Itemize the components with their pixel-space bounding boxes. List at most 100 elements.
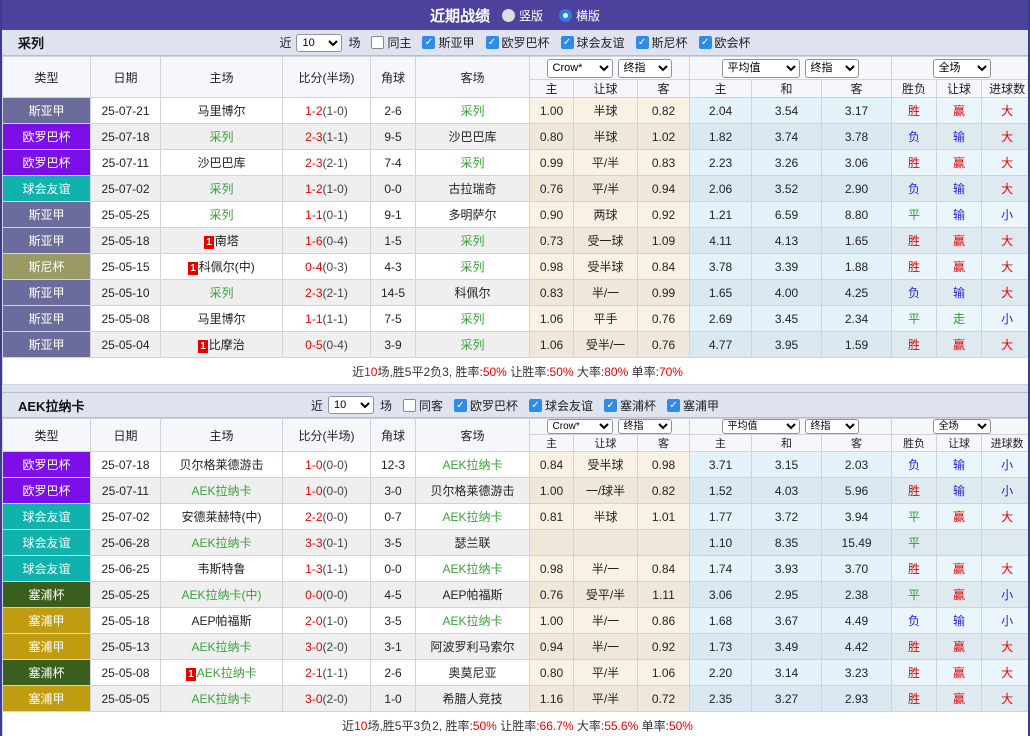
final-odds-select-2[interactable]: 终指 (804, 58, 859, 78)
away-team: AEK拉纳卡 (415, 503, 530, 531)
result-handicap: 赢 (936, 581, 983, 609)
handicap-home-odds: 0.81 (529, 503, 574, 531)
league-filter-checkbox[interactable]: ✓ (698, 36, 712, 49)
sub-header: 客 (636, 434, 691, 453)
away-team: 采列 (415, 331, 530, 358)
league-filter-checkbox[interactable]: ✓ (485, 36, 499, 49)
result-handicap: 赢 (936, 633, 983, 661)
full-score: 2-2 (305, 509, 323, 524)
full-score: 0-4 (305, 259, 323, 274)
avg-odds-select[interactable]: 平均值 (721, 419, 800, 434)
match-date: 25-07-02 (90, 503, 161, 531)
match-date: 25-05-10 (90, 279, 161, 306)
away-team-name: 采列 (460, 234, 485, 248)
result-handicap: 输 (936, 123, 983, 150)
games-label: 场 (379, 398, 392, 413)
summary-segment: 50% (482, 364, 507, 379)
league-filter-checkbox[interactable]: ✓ (604, 398, 618, 412)
handicap-home-odds: 1.16 (529, 685, 574, 713)
layout-radio-vertical[interactable]: 竖版 (501, 7, 543, 24)
avg-home-odds: 4.11 (689, 227, 753, 254)
league-badge: 斯尼杯 (2, 253, 91, 280)
result-winloss: 胜 (891, 555, 938, 583)
recent-count-select[interactable]: 10 (296, 33, 343, 52)
same-venue-checkbox[interactable] (371, 36, 385, 49)
final-odds-select[interactable]: 终指 (617, 58, 672, 78)
avg-draw-odds: 4.03 (751, 477, 823, 505)
match-row: 欧罗巴杯 25-07-18 贝尔格莱德游击 1-0(0-0) 12-3 AEK拉纳卡 0.8… (2, 451, 1028, 479)
league-filter-checkbox[interactable]: ✓ (453, 398, 467, 412)
match-row: 塞浦杯 25-05-08 1 AEK拉纳卡 2-1(1-1) 2-6 奥莫尼亚 0.80 平/半… (2, 659, 1028, 687)
red-card-count: 1 (188, 262, 198, 275)
match-row: 斯亚甲 25-05-08 马里博尔 1-1(1-1) 7-5 采列 1.06 平手 0.76 2.… (2, 305, 1028, 332)
result-handicap: 输 (936, 279, 983, 306)
summary-segment: 让胜率: (496, 719, 540, 734)
avg-draw-odds: 3.52 (751, 175, 823, 202)
avg-away-odds: 15.49 (821, 529, 893, 557)
corners-cell: 9-5 (370, 123, 416, 150)
home-team-name: 采列 (209, 182, 234, 196)
handicap-line: 受半球 (573, 253, 638, 280)
summary-segment: 单率: (638, 719, 669, 734)
league-filter-checkbox[interactable]: ✓ (635, 36, 649, 49)
handicap-line: 半/一 (573, 279, 638, 306)
score-cell: 3-0(2-0) (282, 633, 371, 661)
corners-cell: 7-5 (370, 305, 416, 332)
handicap-line: 受平/半 (573, 581, 638, 609)
sub-header: 让球 (936, 434, 983, 453)
sub-header: 胜负 (891, 434, 938, 453)
home-team-name: 马里博尔 (197, 104, 246, 118)
scope-select[interactable]: 全场 (932, 419, 991, 434)
scope-select[interactable]: 全场 (932, 58, 991, 78)
result-winloss: 负 (891, 451, 938, 479)
away-team-name: 沙巴巴库 (448, 130, 497, 144)
avg-odds-select[interactable]: 平均值 (721, 58, 800, 78)
score-cell: 0-4(0-3) (282, 253, 371, 280)
same-venue-label: 同客 (418, 398, 443, 413)
league-badge: 球会友谊 (2, 529, 91, 557)
handicap-away-odds: 0.94 (636, 175, 691, 202)
avg-home-odds: 1.82 (689, 123, 753, 150)
avg-draw-odds: 3.95 (751, 331, 823, 358)
league-filter-checkbox[interactable]: ✓ (560, 36, 574, 49)
company-select[interactable]: Crow* (546, 419, 613, 434)
away-team-name: AEK拉纳卡 (442, 510, 503, 525)
match-row: 欧罗巴杯 25-07-11 沙巴巴库 2-3(2-1) 7-4 采列 0.99 平/半 0.83… (2, 149, 1028, 176)
home-team-name: AEK拉纳卡 (191, 484, 252, 499)
avg-draw-odds: 4.13 (751, 227, 823, 254)
recent-count-select[interactable]: 10 (327, 396, 374, 414)
final-odds-select[interactable]: 终指 (617, 419, 672, 434)
result-winloss: 平 (891, 503, 938, 531)
handicap-away-odds (636, 529, 691, 557)
home-team-name: 比摩治 (208, 338, 245, 352)
same-venue-checkbox[interactable] (402, 398, 416, 412)
result-handicap: 赢 (936, 331, 983, 358)
team-name: AEK拉纳卡 (18, 398, 85, 414)
home-team: AEK拉纳卡 (160, 633, 283, 661)
away-team: 瑟兰联 (415, 529, 530, 557)
away-team-name: AEK拉纳卡 (442, 614, 503, 629)
score-cell: 2-0(1-0) (282, 607, 371, 635)
company-select[interactable]: Crow* (546, 58, 613, 78)
score-cell: 3-0(2-0) (282, 685, 371, 713)
league-badge: 塞浦甲 (2, 633, 91, 661)
avg-home-odds: 3.71 (689, 451, 753, 479)
result-winloss: 平 (891, 581, 938, 609)
league-filter-checkbox[interactable]: ✓ (667, 398, 681, 412)
league-badge: 塞浦甲 (2, 685, 91, 713)
summary-segment: 大率: (573, 719, 605, 734)
match-date: 25-07-11 (90, 477, 161, 505)
layout-radio-horizontal[interactable]: 横版 (559, 7, 600, 24)
home-team-name: AEK拉纳卡 (191, 640, 252, 655)
league-filter-checkbox[interactable]: ✓ (422, 36, 436, 49)
corners-cell: 2-6 (370, 97, 416, 124)
away-team: 希腊人竞技 (415, 685, 530, 713)
final-odds-select-2[interactable]: 终指 (804, 419, 859, 434)
score-cell: 2-3(2-1) (282, 149, 371, 176)
league-filter-checkbox[interactable]: ✓ (529, 398, 542, 412)
league-badge: 塞浦杯 (2, 581, 91, 609)
result-handicap: 输 (936, 607, 983, 635)
score-cell: 2-1(1-1) (282, 659, 371, 687)
avg-draw-odds: 3.49 (751, 633, 823, 661)
result-goals: 大 (981, 555, 1028, 583)
